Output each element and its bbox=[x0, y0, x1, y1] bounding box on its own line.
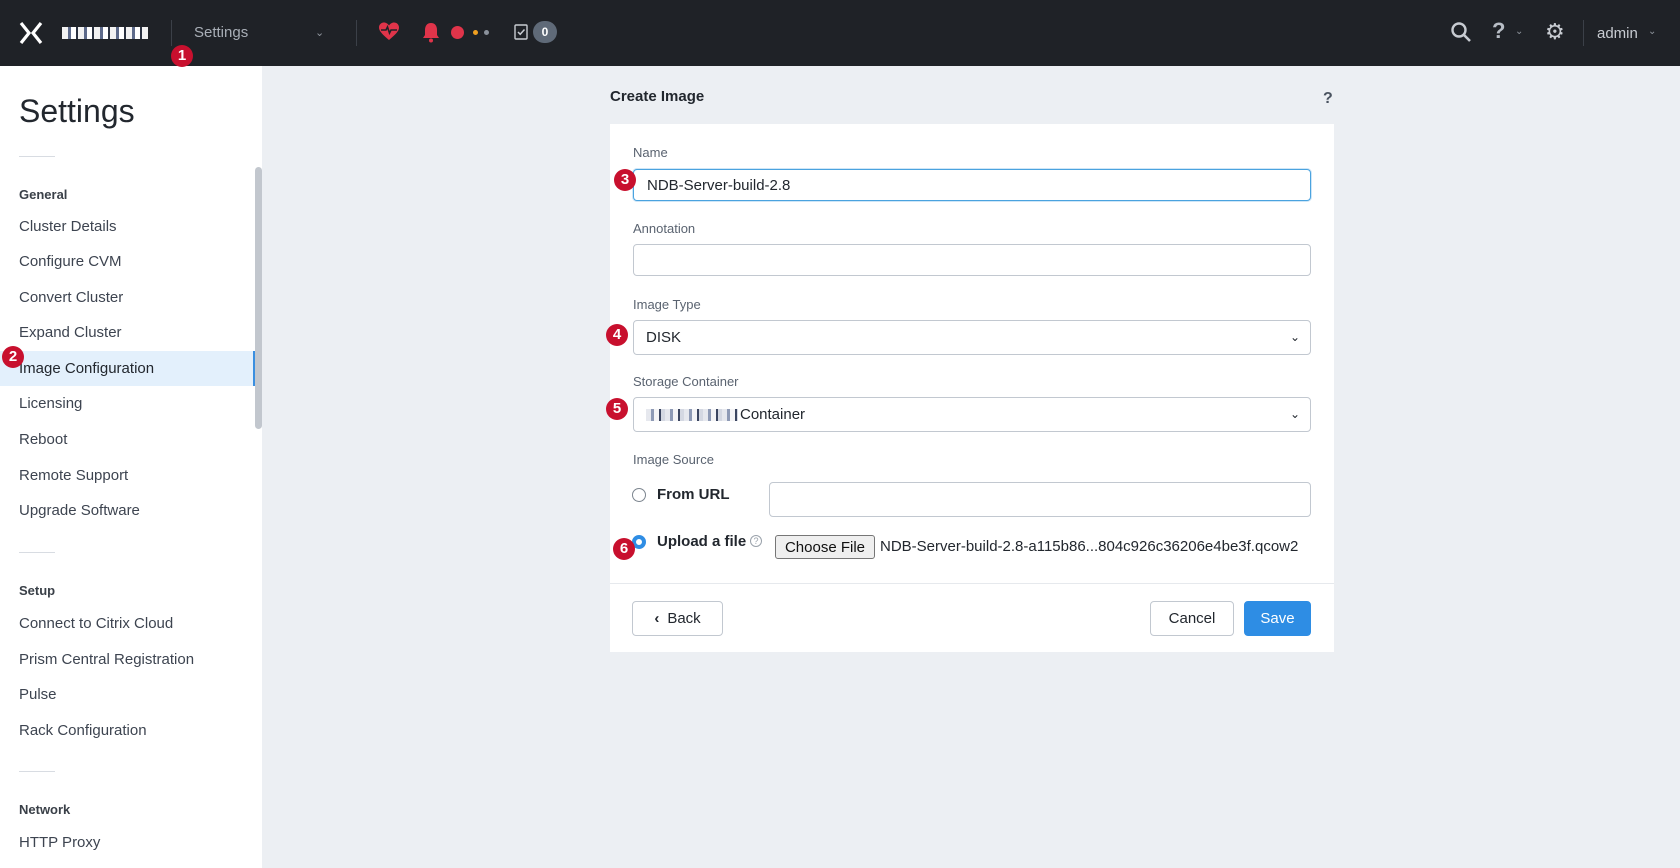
marker-3: 3 bbox=[614, 169, 636, 191]
marker-6: 6 bbox=[613, 538, 635, 560]
divider bbox=[171, 20, 172, 46]
warning-alert-dot[interactable] bbox=[473, 30, 478, 35]
settings-sidebar: Settings General Cluster Details Configu… bbox=[0, 66, 262, 868]
back-label: Back bbox=[667, 610, 701, 627]
divider bbox=[610, 583, 1334, 584]
storage-container-select[interactable]: Container ⌄ bbox=[633, 397, 1311, 432]
divider bbox=[356, 20, 357, 46]
sidebar-item-http-proxy[interactable]: HTTP Proxy bbox=[0, 825, 256, 860]
url-input[interactable] bbox=[769, 482, 1311, 517]
sidebar-item-upgrade-software[interactable]: Upgrade Software bbox=[0, 493, 256, 528]
sidebar-item-image-configuration[interactable]: Image Configuration bbox=[0, 351, 256, 386]
sidebar-item-convert-cluster[interactable]: Convert Cluster bbox=[0, 280, 256, 315]
upload-file-label[interactable]: Upload a file bbox=[657, 533, 746, 550]
annotation-input[interactable] bbox=[633, 244, 1311, 276]
cluster-name-redacted bbox=[62, 27, 148, 39]
page-title: Create Image bbox=[610, 88, 705, 105]
nutanix-x-logo[interactable] bbox=[18, 20, 44, 46]
section-setup: Setup bbox=[19, 583, 56, 598]
divider bbox=[19, 156, 55, 157]
storage-container-value: Container bbox=[740, 406, 806, 423]
sidebar-item-remote-support[interactable]: Remote Support bbox=[0, 458, 256, 493]
marker-4: 4 bbox=[606, 324, 628, 346]
divider bbox=[19, 552, 55, 553]
info-icon[interactable]: ? bbox=[750, 535, 762, 547]
sidebar-item-licensing[interactable]: Licensing bbox=[0, 386, 256, 421]
storage-container-label: Storage Container bbox=[633, 374, 739, 389]
sidebar-item-cluster-details[interactable]: Cluster Details bbox=[0, 209, 256, 244]
chevron-down-icon: ⌄ bbox=[1289, 407, 1300, 421]
image-type-value: DISK bbox=[646, 329, 682, 346]
sidebar-item-pulse[interactable]: Pulse bbox=[0, 677, 256, 712]
image-type-select[interactable]: DISK ⌄ bbox=[633, 320, 1311, 355]
app-switcher[interactable]: Settings bbox=[194, 24, 248, 41]
sidebar-item-prism-central-registration[interactable]: Prism Central Registration bbox=[0, 642, 256, 677]
health-heart-icon[interactable] bbox=[378, 21, 400, 43]
sidebar-scrollbar[interactable] bbox=[255, 167, 262, 429]
image-source-label: Image Source bbox=[633, 452, 714, 467]
sidebar-item-connect-citrix-cloud[interactable]: Connect to Citrix Cloud bbox=[0, 606, 256, 641]
chevron-down-icon[interactable]: ⌄ bbox=[315, 26, 324, 39]
critical-alert-dot[interactable] bbox=[451, 26, 464, 39]
sidebar-item-expand-cluster[interactable]: Expand Cluster bbox=[0, 315, 256, 350]
back-button[interactable]: ‹ Back bbox=[632, 601, 723, 636]
sidebar-item-rack-configuration[interactable]: Rack Configuration bbox=[0, 713, 256, 748]
from-url-radio[interactable] bbox=[632, 488, 646, 502]
annotation-label: Annotation bbox=[633, 221, 696, 236]
marker-2: 2 bbox=[2, 346, 24, 368]
divider bbox=[19, 771, 55, 772]
divider bbox=[1583, 20, 1584, 46]
name-label: Name bbox=[633, 145, 668, 160]
sidebar-item-reboot[interactable]: Reboot bbox=[0, 422, 256, 457]
top-bar: Settings ⌄ 0 ? ⌄ ⚙ admin ⌄ bbox=[0, 0, 1680, 66]
section-network: Network bbox=[19, 802, 71, 817]
redacted-text bbox=[646, 409, 738, 422]
save-button[interactable]: Save bbox=[1244, 601, 1311, 636]
marker-5: 5 bbox=[606, 398, 628, 420]
task-count-badge[interactable]: 0 bbox=[533, 21, 557, 43]
help-icon[interactable]: ? bbox=[1492, 18, 1505, 44]
chevron-down-icon: ⌄ bbox=[1289, 330, 1300, 344]
choose-file-button[interactable]: Choose File bbox=[775, 535, 875, 559]
chevron-down-icon[interactable]: ⌄ bbox=[1515, 26, 1523, 37]
gear-icon[interactable]: ⚙ bbox=[1545, 19, 1565, 45]
sidebar-title: Settings bbox=[19, 93, 135, 129]
chevron-down-icon[interactable]: ⌄ bbox=[1648, 26, 1656, 37]
cancel-button[interactable]: Cancel bbox=[1150, 601, 1234, 636]
image-type-label: Image Type bbox=[633, 297, 701, 312]
search-icon[interactable] bbox=[1450, 21, 1472, 43]
name-input[interactable] bbox=[633, 169, 1311, 201]
sidebar-item-configure-cvm[interactable]: Configure CVM bbox=[0, 244, 256, 279]
section-general: General bbox=[19, 187, 68, 202]
help-icon[interactable]: ? bbox=[1323, 90, 1333, 108]
selected-file-name: NDB-Server-build-2.8-a115b86...804c926c3… bbox=[880, 538, 1299, 555]
chevron-left-icon: ‹ bbox=[654, 610, 660, 627]
alert-bell-icon[interactable] bbox=[421, 21, 441, 43]
info-alert-dot[interactable] bbox=[484, 30, 489, 35]
from-url-label[interactable]: From URL bbox=[657, 486, 730, 503]
task-checklist-icon[interactable] bbox=[514, 23, 528, 40]
user-menu[interactable]: admin bbox=[1597, 25, 1638, 42]
marker-1: 1 bbox=[171, 45, 193, 67]
